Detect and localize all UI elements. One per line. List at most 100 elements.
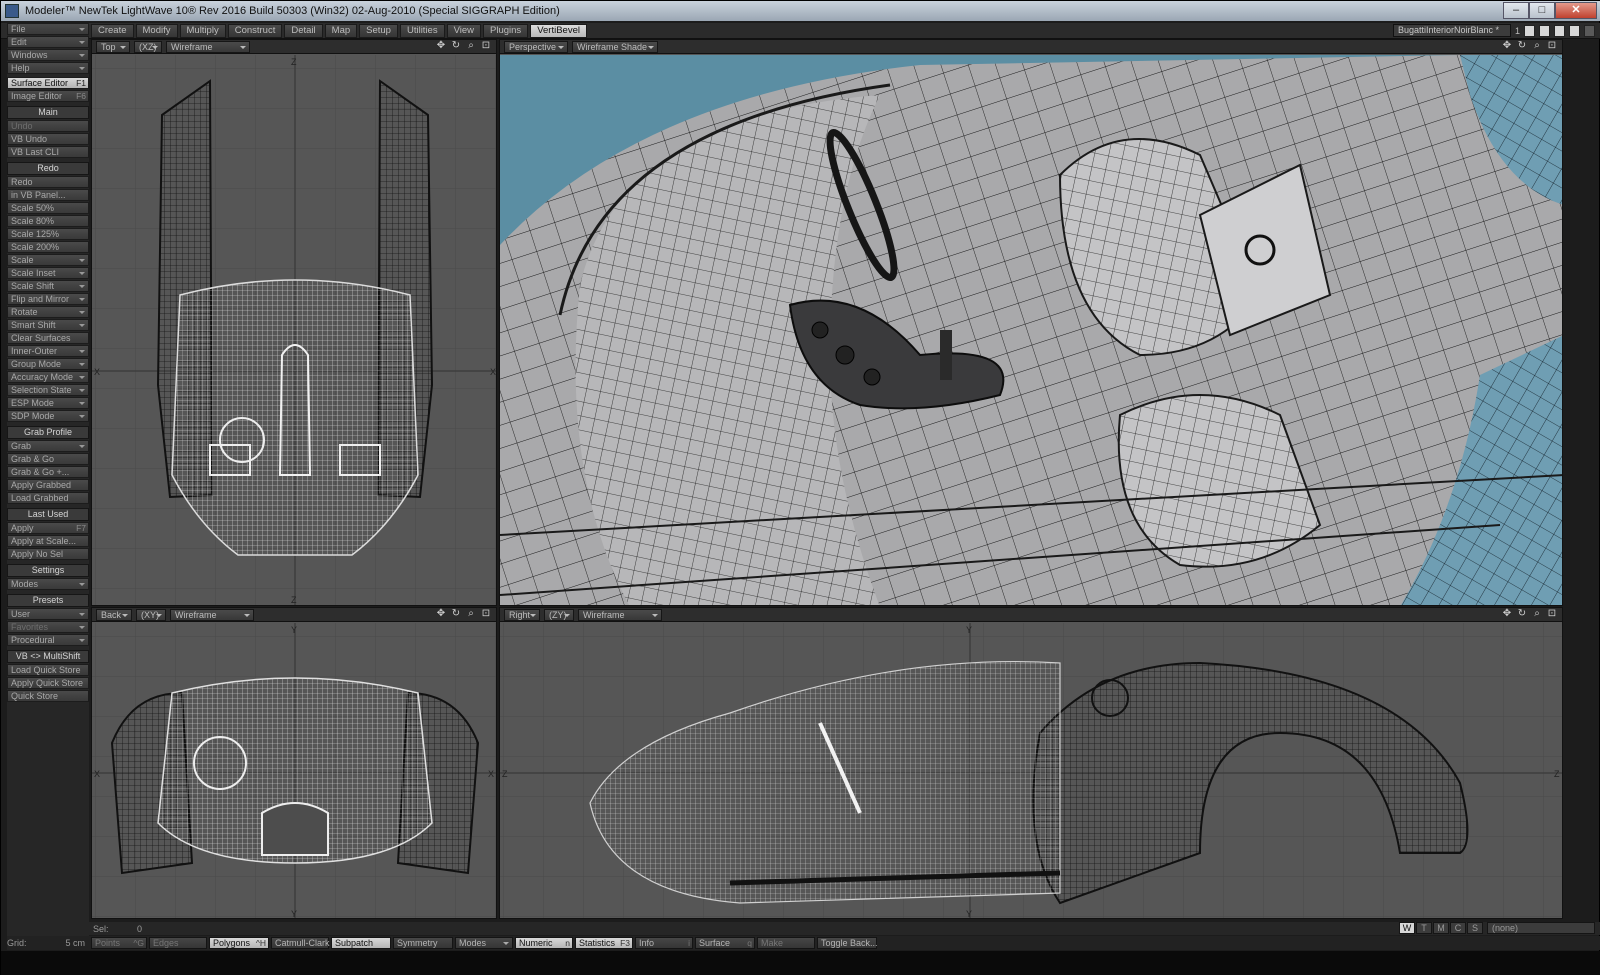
tool-button[interactable]: Smart Shift: [7, 319, 89, 331]
tool-button[interactable]: Apply No Sel: [7, 548, 89, 560]
rotate-view-icon[interactable]: ↻: [1516, 609, 1528, 620]
tool-button[interactable]: Load Quick Store: [7, 664, 89, 676]
tool-button[interactable]: Favorites: [7, 621, 89, 633]
status-subpatch[interactable]: Subpatch: [331, 937, 391, 949]
tool-button[interactable]: VB Last CLI: [7, 146, 89, 158]
tool-button[interactable]: SDP Mode: [7, 410, 89, 422]
tool-button[interactable]: Grab: [7, 440, 89, 452]
view-type-dropdown[interactable]: Top: [96, 40, 130, 53]
tool-button[interactable]: VB Undo: [7, 133, 89, 145]
toggle-s[interactable]: S: [1467, 922, 1483, 934]
tab-create[interactable]: Create: [91, 23, 134, 38]
tab-detail[interactable]: Detail: [284, 23, 323, 38]
tool-button[interactable]: in VB Panel...: [7, 189, 89, 201]
tool-button[interactable]: Redo: [7, 176, 89, 188]
tool-button[interactable]: Selection State: [7, 384, 89, 396]
move-view-icon[interactable]: ✥: [435, 609, 447, 620]
viewport-top[interactable]: Top (XZ) Wireframe ✥ ↻ ⌕ ⊡ Z Z X X: [91, 39, 497, 606]
rotate-view-icon[interactable]: ↻: [450, 41, 462, 52]
tool-button[interactable]: Scale 80%: [7, 215, 89, 227]
viewport-back[interactable]: Back (XY) Wireframe ✥ ↻ ⌕ ⊡ Y Y X X: [91, 607, 497, 919]
status-symmetry[interactable]: Symmetry: [393, 937, 453, 949]
tool-button[interactable]: Undo: [7, 120, 89, 132]
tool-button[interactable]: Apply at Scale...: [7, 535, 89, 547]
tool-button[interactable]: Grab & Go: [7, 453, 89, 465]
layer-toggle[interactable]: [1554, 24, 1565, 37]
menu-file[interactable]: File: [7, 23, 89, 35]
zoom-view-icon[interactable]: ⌕: [465, 41, 477, 52]
tool-button[interactable]: Modes: [7, 578, 89, 590]
toggle-c[interactable]: C: [1450, 922, 1466, 934]
tool-button[interactable]: Scale 50%: [7, 202, 89, 214]
move-view-icon[interactable]: ✥: [1501, 41, 1513, 52]
axes-dropdown[interactable]: (ZY): [544, 608, 574, 621]
status-catmull-clark[interactable]: Catmull-Clark: [271, 937, 330, 949]
tab-construct[interactable]: Construct: [227, 23, 283, 38]
viewport-perspective[interactable]: Perspective Wireframe Shade ✥ ↻ ⌕ ⊡: [499, 39, 1563, 606]
surface-dropdown[interactable]: (none): [1487, 922, 1595, 934]
menu-edit[interactable]: Edit: [7, 36, 89, 48]
rotate-view-icon[interactable]: ↻: [1516, 41, 1528, 52]
menu-help[interactable]: Help: [7, 62, 89, 74]
tool-button[interactable]: ESP Mode: [7, 397, 89, 409]
layer-toggle[interactable]: [1539, 24, 1550, 37]
tool-button[interactable]: Apply F7: [7, 522, 89, 534]
layer-toggle[interactable]: [1524, 24, 1535, 37]
view-type-dropdown[interactable]: Perspective: [504, 40, 568, 53]
maximize-view-icon[interactable]: ⊡: [1546, 609, 1558, 620]
render-mode-dropdown[interactable]: Wireframe: [170, 608, 254, 621]
tool-button[interactable]: Rotate: [7, 306, 89, 318]
maximize-view-icon[interactable]: ⊡: [1546, 41, 1558, 52]
status-info[interactable]: Info i: [635, 937, 693, 949]
tool-button[interactable]: Scale 125%: [7, 228, 89, 240]
tool-button[interactable]: Apply Quick Store: [7, 677, 89, 689]
status-numeric[interactable]: Numeric n: [515, 937, 573, 949]
tool-button[interactable]: Scale: [7, 254, 89, 266]
rotate-view-icon[interactable]: ↻: [450, 609, 462, 620]
toggle-t[interactable]: T: [1416, 922, 1432, 934]
axes-dropdown[interactable]: (XY): [136, 608, 166, 621]
tool-button[interactable]: Grab & Go +...: [7, 466, 89, 478]
tool-button[interactable]: Clear Surfaces: [7, 332, 89, 344]
status-edges[interactable]: Edges: [149, 937, 207, 949]
tab-utilities[interactable]: Utilities: [399, 23, 445, 38]
close-button[interactable]: ✕: [1555, 2, 1597, 19]
tool-button[interactable]: Inner-Outer: [7, 345, 89, 357]
view-type-dropdown[interactable]: Back: [96, 608, 132, 621]
tool-button[interactable]: Apply Grabbed: [7, 479, 89, 491]
status-toggle-back[interactable]: Toggle Back...: [817, 937, 878, 949]
layer-toggle[interactable]: [1569, 24, 1580, 37]
tool-button[interactable]: Quick Store: [7, 690, 89, 702]
zoom-view-icon[interactable]: ⌕: [1531, 609, 1543, 620]
tool-button[interactable]: Procedural: [7, 634, 89, 646]
status-points[interactable]: Points ^G: [91, 937, 147, 949]
tool-button[interactable]: Group Mode: [7, 358, 89, 370]
tool-button[interactable]: Accuracy Mode: [7, 371, 89, 383]
move-view-icon[interactable]: ✥: [1501, 609, 1513, 620]
tool-button[interactable]: Flip and Mirror: [7, 293, 89, 305]
status-polygons[interactable]: Polygons ^H: [209, 937, 269, 949]
tab-setup[interactable]: Setup: [359, 23, 398, 38]
tab-view[interactable]: View: [446, 23, 482, 38]
tab-vertibevel[interactable]: VertiBevel: [530, 23, 587, 38]
editor-button[interactable]: Image Editor F6: [7, 90, 89, 102]
zoom-view-icon[interactable]: ⌕: [465, 609, 477, 620]
status-modes[interactable]: Modes: [455, 937, 513, 949]
maximize-view-icon[interactable]: ⊡: [480, 609, 492, 620]
viewport-right[interactable]: Right (ZY) Wireframe ✥ ↻ ⌕ ⊡ Y Y Z Z: [499, 607, 1563, 919]
view-type-dropdown[interactable]: Right: [504, 608, 540, 621]
status-surface[interactable]: Surface q: [695, 937, 755, 949]
layer-toggle[interactable]: [1584, 24, 1595, 37]
tool-button[interactable]: User: [7, 608, 89, 620]
toggle-m[interactable]: M: [1433, 922, 1449, 934]
tab-multiply[interactable]: Multiply: [179, 23, 226, 38]
status-make[interactable]: Make: [757, 937, 815, 949]
move-view-icon[interactable]: ✥: [435, 41, 447, 52]
minimize-button[interactable]: –: [1503, 2, 1529, 19]
tool-button[interactable]: Load Grabbed: [7, 492, 89, 504]
render-mode-dropdown[interactable]: Wireframe: [166, 40, 250, 53]
render-mode-dropdown[interactable]: Wireframe: [578, 608, 662, 621]
zoom-view-icon[interactable]: ⌕: [1531, 41, 1543, 52]
tool-button[interactable]: Scale Shift: [7, 280, 89, 292]
tab-modify[interactable]: Modify: [135, 23, 178, 38]
